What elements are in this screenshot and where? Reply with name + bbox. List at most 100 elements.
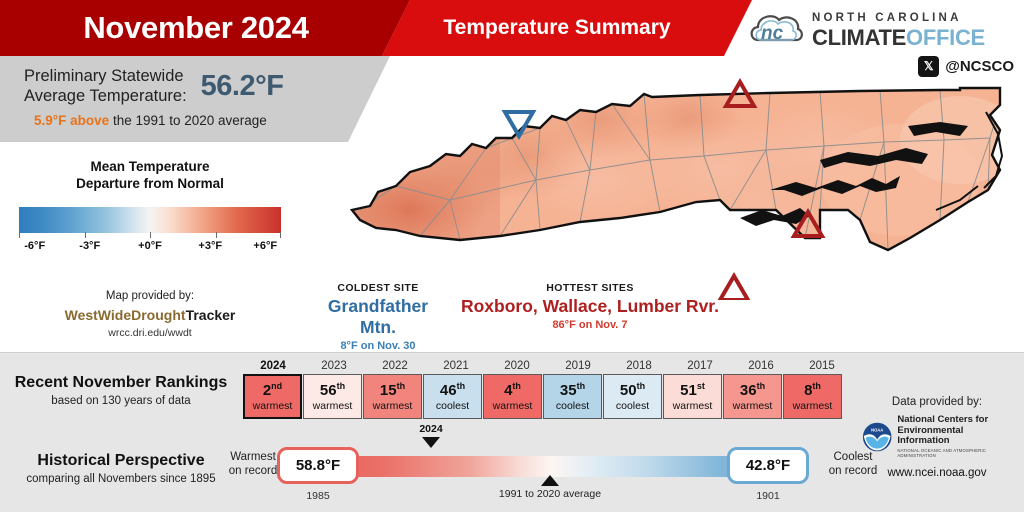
ranking-number-2023: 56th [319, 380, 346, 399]
ranking-word-2021: coolest [435, 399, 470, 412]
ranking-year-2016: 2016 [748, 360, 774, 372]
x-social-handle[interactable]: 𝕏 @NCSCO [918, 56, 1014, 77]
ranking-number-2020: 4th [504, 380, 521, 399]
normal-marker-label: 1991 to 2020 average [498, 488, 602, 500]
rankings-year-row: 2024 2023 2022 2021 2020 2019 2018 2017 2016 2015 [243, 360, 853, 372]
ranking-number-2021: 46th [439, 380, 466, 399]
current-year-marker-triangle [422, 437, 440, 448]
ranking-word-2017: warmest [672, 399, 713, 412]
departure-text: 5.9°F above the 1991 to 2020 average [34, 113, 364, 128]
brand-part-a: WestWideDrought [64, 306, 186, 323]
colorbar-tick-0: -6°F [24, 239, 46, 252]
ranking-number-2016: 36th [739, 380, 766, 399]
ranking-cell-2021: 46th coolest [423, 374, 482, 419]
ranking-cell-2015: 8th warmest [783, 374, 842, 419]
coolest-record-year: 1901 [756, 490, 780, 502]
x-handle-text: @NCSCO [945, 58, 1014, 75]
ncco-logo: nc NORTH CAROLINA CLIMATEOFFICE [748, 8, 1016, 54]
logo-office-text: OFFICE [906, 24, 985, 50]
summary-label-line2: Average Temperature: [24, 87, 187, 105]
ranking-cell-2022: 15th warmest [363, 374, 422, 419]
ranking-word-2024: warmest [252, 399, 293, 412]
noaa-url[interactable]: www.ncei.noaa.gov [862, 467, 1012, 479]
logo-line-1: NORTH CAROLINA [812, 12, 962, 25]
departure-rest: the 1991 to 2020 average [109, 113, 267, 128]
historical-gradient-bar [317, 456, 769, 477]
colorbar-gradient [19, 206, 281, 233]
noaa-provided-by: Data provided by: [891, 396, 983, 408]
ranking-cell-2024: 2nd warmest [243, 374, 302, 419]
logo-climate-text: CLIMATE [812, 24, 907, 50]
summary-row: Preliminary Statewide Average Temperatur… [24, 62, 364, 110]
map-credit-intro: Map provided by: [105, 289, 195, 302]
ranking-number-2018: 50th [619, 380, 646, 399]
noaa-credit: Data provided by: NOAA National Centers … [862, 396, 1012, 479]
summary-label-line1: Preliminary Statewide [24, 66, 184, 85]
coldest-site-detail: 8°F on Nov. 30 [340, 340, 416, 352]
ranking-word-2019: coolest [555, 399, 590, 412]
nc-cloud-icon: nc [750, 15, 803, 44]
ranking-year-2015: 2015 [809, 360, 835, 372]
warmest-record-value: 58.8°F [277, 447, 359, 484]
nc-state-map-svg [349, 78, 1004, 302]
map-credit-url[interactable]: wrcc.dri.edu/wwdt [0, 327, 300, 339]
ranking-word-2023: warmest [312, 399, 353, 412]
ranking-number-2024: 2nd [262, 380, 283, 399]
ranking-cell-2020: 4th warmest [483, 374, 542, 419]
rankings-cell-row: 2nd warmest 56th warmest 15th warmest 46th cool… [243, 374, 853, 419]
colorbar-tick-2: +0°F [138, 239, 162, 252]
coldest-site-label: COLDEST SITE Grandfather Mtn. 8°F on Nov… [312, 282, 444, 352]
colorbar-ticks [19, 231, 281, 239]
ranking-number-2019: 35th [559, 380, 586, 399]
page-subtitle: Temperature Summary [443, 16, 671, 39]
rankings-table: 2024 2023 2022 2021 2020 2019 2018 2017 2016 2015… [243, 360, 853, 419]
nc-temperature-map [300, 60, 1024, 302]
warmest-record-year: 1985 [306, 490, 330, 502]
page-title: November 2024 [83, 10, 309, 45]
statewide-average-value: 56.2°F [200, 69, 284, 102]
ranking-word-2015: warmest [792, 399, 833, 412]
rankings-heading: Recent November Rankings based on 130 ye… [8, 374, 234, 407]
ranking-year-2020: 2020 [504, 360, 530, 372]
ranking-word-2020: warmest [492, 399, 533, 412]
normal-marker-triangle [541, 475, 559, 486]
ranking-year-2019: 2019 [565, 360, 591, 372]
hottest-site-names: Roxboro, Wallace, Lumber Rvr. [460, 296, 720, 316]
noaa-logo-row: NOAA National Centers for Environmental … [862, 414, 1012, 459]
rankings-subtitle: based on 130 years of data [51, 395, 191, 407]
colorbar-labels: -6°F -3°F +0°F +3°F +6°F [19, 240, 281, 256]
brand-part-b: Tracker [185, 306, 236, 323]
ranking-year-2022: 2022 [382, 360, 408, 372]
historical-title: Historical Perspective [37, 452, 205, 469]
ranking-year-2023: 2023 [321, 360, 347, 372]
historical-heading: Historical Perspective comparing all Nov… [8, 452, 234, 485]
summary-label: Preliminary Statewide Average Temperatur… [24, 66, 187, 106]
ranking-cell-2019: 35th coolest [543, 374, 602, 419]
ranking-number-2015: 8th [804, 380, 821, 399]
x-logo-icon: 𝕏 [918, 56, 940, 77]
ranking-cell-2018: 50th coolest [603, 374, 662, 419]
noaa-agency-line2: Environmental Information [897, 424, 964, 447]
ranking-cell-2016: 36th warmest [723, 374, 782, 419]
ranking-number-2017: 51st [680, 380, 705, 399]
colorbar-tick-3: +3°F [198, 239, 223, 252]
ranking-cell-2017: 51st warmest [663, 374, 722, 419]
infographic-root: November 2024 Temperature Summary nc NOR… [0, 0, 1024, 512]
ranking-word-2018: coolest [615, 399, 650, 412]
departure-amount: 5.9°F above [34, 113, 110, 128]
hottest-site-kind: HOTTEST SITES [546, 282, 634, 294]
historical-subtitle: comparing all Novembers since 1895 [26, 473, 216, 485]
ranking-word-2022: warmest [372, 399, 413, 412]
coldest-site-kind: COLDEST SITE [337, 282, 419, 294]
rankings-title: Recent November Rankings [14, 374, 228, 391]
ranking-year-2024: 2024 [260, 360, 286, 372]
legend-title-line1: Mean Temperature [90, 159, 210, 174]
coolest-record-value: 42.8°F [727, 447, 809, 484]
map-legend: Mean Temperature Departure from Normal -… [0, 158, 300, 339]
ranking-year-2021: 2021 [443, 360, 469, 372]
svg-text:nc: nc [761, 23, 784, 44]
hottest-site-detail: 86°F on Nov. 7 [552, 319, 628, 331]
ranking-year-2017: 2017 [687, 360, 713, 372]
map-credit-brand: WestWideDroughtTracker [0, 307, 300, 323]
ranking-cell-2023: 56th warmest [303, 374, 362, 419]
